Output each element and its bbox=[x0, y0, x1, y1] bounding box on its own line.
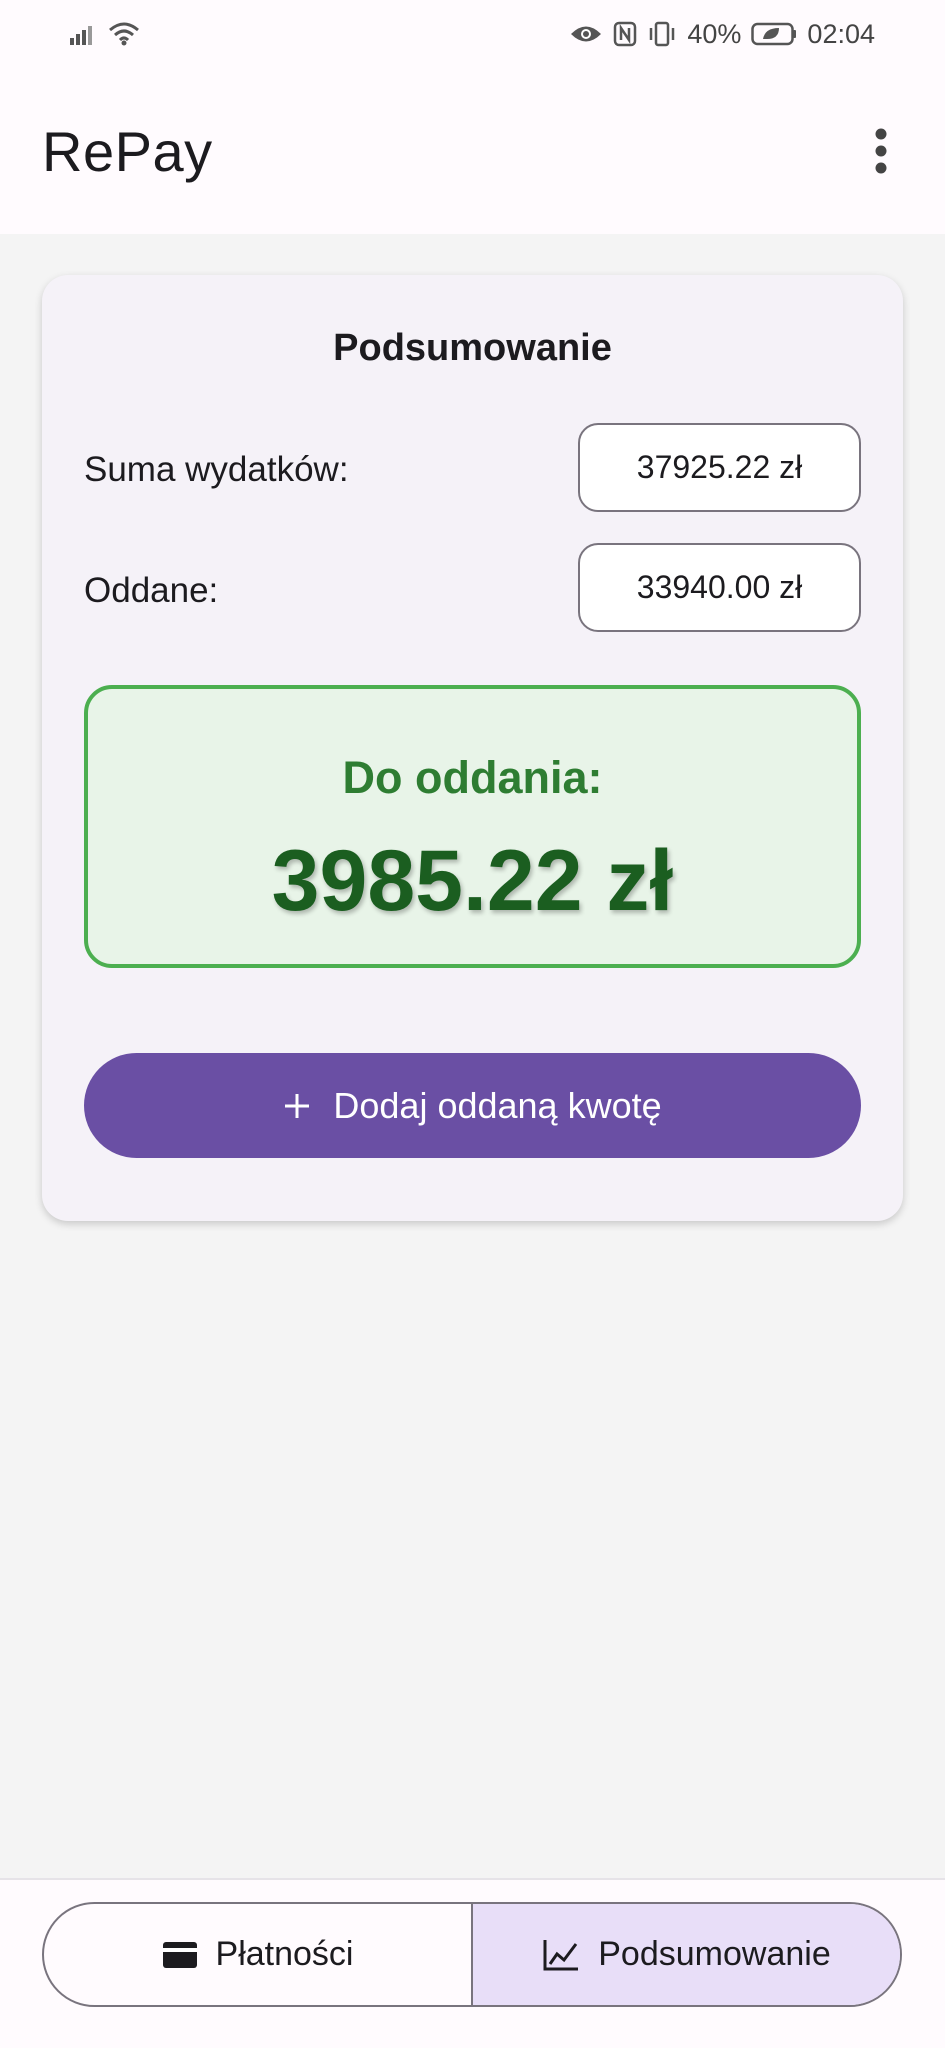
plus-icon bbox=[283, 1081, 311, 1127]
chart-line-icon bbox=[542, 1938, 580, 1972]
amount-due-label: Do oddania: bbox=[342, 752, 603, 803]
amount-due-box: Do oddania: 3985.22 zł bbox=[84, 685, 861, 968]
battery-icon bbox=[751, 22, 797, 46]
more-options-button[interactable] bbox=[853, 123, 909, 179]
segmented-tabs: Płatności Podsumowanie bbox=[42, 1902, 902, 2007]
vibrate-icon bbox=[647, 21, 677, 47]
eye-icon bbox=[569, 23, 603, 45]
signal-icon bbox=[70, 23, 98, 45]
more-vert-icon bbox=[874, 128, 888, 174]
nfc-icon bbox=[613, 21, 637, 47]
status-right: 40% 02:04 bbox=[569, 19, 875, 50]
app-title: RePay bbox=[42, 119, 213, 183]
total-expenses-field: 37925.22 zł bbox=[578, 423, 861, 512]
returned-field: 33940.00 zł bbox=[578, 543, 861, 632]
tab-payments[interactable]: Płatności bbox=[44, 1904, 471, 2005]
summary-card: Podsumowanie Suma wydatków: 37925.22 zł … bbox=[42, 275, 903, 1221]
returned-label: Oddane: bbox=[84, 571, 219, 610]
tab-summary-label: Podsumowanie bbox=[598, 1935, 831, 1973]
add-button-label: Dodaj oddaną kwotę bbox=[333, 1084, 662, 1126]
status-bar: 40% 02:04 bbox=[0, 0, 945, 68]
amount-due-value: 3985.22 zł bbox=[271, 833, 674, 929]
tab-payments-label: Płatności bbox=[215, 1935, 354, 1973]
clock: 02:04 bbox=[807, 18, 875, 49]
add-returned-amount-button[interactable]: Dodaj oddaną kwotę bbox=[84, 1053, 861, 1158]
status-left bbox=[70, 22, 140, 46]
battery-percent: 40% bbox=[687, 18, 742, 49]
wifi-icon bbox=[108, 22, 140, 46]
card-title: Podsumowanie bbox=[333, 327, 612, 369]
bottom-navigation: Płatności Podsumowanie bbox=[0, 1878, 945, 2048]
total-expenses-label: Suma wydatków: bbox=[84, 450, 349, 489]
tab-summary[interactable]: Podsumowanie bbox=[471, 1904, 900, 2005]
payment-card-icon bbox=[162, 1941, 198, 1969]
app-bar: RePay bbox=[0, 68, 945, 234]
